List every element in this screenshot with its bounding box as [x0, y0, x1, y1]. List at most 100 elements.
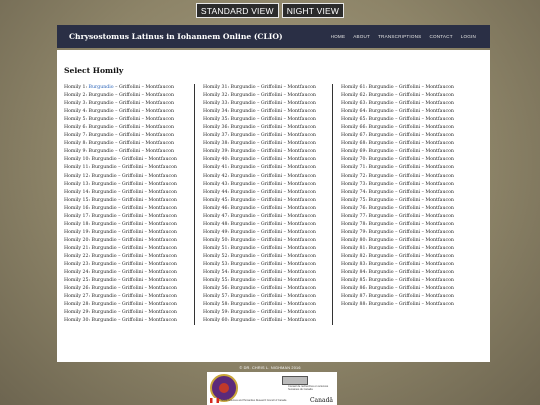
burgundio-link[interactable]: Burgundio — [231, 222, 256, 227]
burgundio-link[interactable]: Burgundio — [369, 101, 394, 106]
burgundio-link[interactable]: Burgundio — [231, 262, 256, 267]
nav-transcriptions[interactable]: TRANSCRIPTIONS — [378, 34, 421, 39]
griffolini-montfaucon-link[interactable]: – Griffolini – Montfaucon — [256, 182, 316, 187]
burgundio-link[interactable]: Burgundio — [369, 262, 394, 267]
burgundio-link[interactable]: Burgundio — [89, 133, 114, 138]
burgundio-link[interactable]: Burgundio — [231, 93, 256, 98]
griffolini-montfaucon-link[interactable]: – Griffolini – Montfaucon — [114, 85, 174, 90]
griffolini-montfaucon-link[interactable]: – Griffolini – Montfaucon — [256, 254, 316, 259]
griffolini-montfaucon-link[interactable]: – Griffolini – Montfaucon — [394, 93, 454, 98]
burgundio-link[interactable]: Burgundio — [231, 182, 256, 187]
burgundio-link[interactable]: Burgundio — [231, 165, 256, 170]
griffolini-montfaucon-link[interactable]: – Griffolini – Montfaucon — [114, 101, 174, 106]
griffolini-montfaucon-link[interactable]: – Griffolini – Montfaucon — [256, 318, 316, 323]
griffolini-montfaucon-link[interactable]: – Griffolini – Montfaucon — [394, 206, 454, 211]
burgundio-link[interactable]: Burgundio — [92, 238, 117, 243]
griffolini-montfaucon-link[interactable]: – Griffolini – Montfaucon — [117, 165, 177, 170]
burgundio-link[interactable]: Burgundio — [231, 318, 256, 323]
griffolini-montfaucon-link[interactable]: – Griffolini – Montfaucon — [394, 141, 454, 146]
griffolini-montfaucon-link[interactable]: – Griffolini – Montfaucon — [394, 117, 454, 122]
burgundio-link[interactable]: Burgundio — [369, 254, 394, 259]
burgundio-link[interactable]: Burgundio — [92, 182, 117, 187]
burgundio-link[interactable]: Burgundio — [92, 310, 117, 315]
burgundio-link[interactable]: Burgundio — [92, 262, 117, 267]
griffolini-montfaucon-link[interactable]: – Griffolini – Montfaucon — [394, 262, 454, 267]
burgundio-link[interactable]: Burgundio — [92, 165, 117, 170]
griffolini-montfaucon-link[interactable]: – Griffolini – Montfaucon — [117, 174, 177, 179]
nav-contact[interactable]: CONTACT — [429, 34, 452, 39]
burgundio-link[interactable]: Burgundio — [369, 278, 394, 283]
burgundio-link[interactable]: Burgundio — [369, 198, 394, 203]
griffolini-montfaucon-link[interactable]: – Griffolini – Montfaucon — [114, 109, 174, 114]
burgundio-link[interactable]: Burgundio — [231, 246, 256, 251]
burgundio-link[interactable]: Burgundio — [231, 206, 256, 211]
burgundio-link[interactable]: Burgundio — [231, 109, 256, 114]
griffolini-montfaucon-link[interactable]: – Griffolini – Montfaucon — [117, 270, 177, 275]
burgundio-link[interactable]: Burgundio — [231, 238, 256, 243]
standard-view-button[interactable]: STANDARD VIEW — [195, 3, 279, 18]
griffolini-montfaucon-link[interactable]: – Griffolini – Montfaucon — [117, 190, 177, 195]
griffolini-montfaucon-link[interactable]: – Griffolini – Montfaucon — [256, 238, 316, 243]
burgundio-link[interactable]: Burgundio — [369, 286, 394, 291]
burgundio-link[interactable]: Burgundio — [369, 222, 394, 227]
burgundio-link[interactable]: Burgundio — [369, 302, 394, 307]
burgundio-link[interactable]: Burgundio — [369, 230, 394, 235]
griffolini-montfaucon-link[interactable]: – Griffolini – Montfaucon — [114, 93, 174, 98]
griffolini-montfaucon-link[interactable]: – Griffolini – Montfaucon — [256, 230, 316, 235]
griffolini-montfaucon-link[interactable]: – Griffolini – Montfaucon — [394, 246, 454, 251]
griffolini-montfaucon-link[interactable]: – Griffolini – Montfaucon — [117, 157, 177, 162]
griffolini-montfaucon-link[interactable]: – Griffolini – Montfaucon — [256, 141, 316, 146]
griffolini-montfaucon-link[interactable]: – Griffolini – Montfaucon — [117, 206, 177, 211]
burgundio-link[interactable]: Burgundio — [231, 214, 256, 219]
griffolini-montfaucon-link[interactable]: – Griffolini – Montfaucon — [256, 165, 316, 170]
burgundio-link[interactable]: Burgundio — [89, 117, 114, 122]
burgundio-link[interactable]: Burgundio — [231, 149, 256, 154]
griffolini-montfaucon-link[interactable]: – Griffolini – Montfaucon — [256, 125, 316, 130]
burgundio-link[interactable]: Burgundio — [92, 214, 117, 219]
burgundio-link[interactable]: Burgundio — [231, 286, 256, 291]
griffolini-montfaucon-link[interactable]: – Griffolini – Montfaucon — [117, 318, 177, 323]
griffolini-montfaucon-link[interactable]: – Griffolini – Montfaucon — [117, 262, 177, 267]
griffolini-montfaucon-link[interactable]: – Griffolini – Montfaucon — [256, 93, 316, 98]
burgundio-link[interactable]: Burgundio — [369, 117, 394, 122]
burgundio-link[interactable]: Burgundio — [89, 101, 114, 106]
burgundio-link[interactable]: Burgundio — [92, 157, 117, 162]
burgundio-link[interactable]: Burgundio — [92, 230, 117, 235]
griffolini-montfaucon-link[interactable]: – Griffolini – Montfaucon — [394, 125, 454, 130]
griffolini-montfaucon-link[interactable]: – Griffolini – Montfaucon — [394, 214, 454, 219]
burgundio-link[interactable]: Burgundio — [89, 109, 114, 114]
burgundio-link[interactable]: Burgundio — [231, 117, 256, 122]
burgundio-link[interactable]: Burgundio — [231, 174, 256, 179]
burgundio-link[interactable]: Burgundio — [231, 278, 256, 283]
griffolini-montfaucon-link[interactable]: – Griffolini – Montfaucon — [394, 85, 454, 90]
griffolini-montfaucon-link[interactable]: – Griffolini – Montfaucon — [394, 157, 454, 162]
burgundio-link[interactable]: Burgundio — [231, 85, 256, 90]
griffolini-montfaucon-link[interactable]: – Griffolini – Montfaucon — [256, 294, 316, 299]
burgundio-link[interactable]: Burgundio — [92, 270, 117, 275]
griffolini-montfaucon-link[interactable]: – Griffolini – Montfaucon — [117, 222, 177, 227]
burgundio-link[interactable]: Burgundio — [92, 206, 117, 211]
griffolini-montfaucon-link[interactable]: – Griffolini – Montfaucon — [394, 133, 454, 138]
burgundio-link[interactable]: Burgundio — [369, 133, 394, 138]
burgundio-link[interactable]: Burgundio — [369, 294, 394, 299]
burgundio-link[interactable]: Burgundio — [369, 157, 394, 162]
griffolini-montfaucon-link[interactable]: – Griffolini – Montfaucon — [117, 310, 177, 315]
griffolini-montfaucon-link[interactable]: – Griffolini – Montfaucon — [256, 101, 316, 106]
nav-home[interactable]: HOME — [331, 34, 346, 39]
burgundio-link[interactable]: Burgundio — [92, 278, 117, 283]
griffolini-montfaucon-link[interactable]: – Griffolini – Montfaucon — [117, 278, 177, 283]
burgundio-link[interactable]: Burgundio — [231, 101, 256, 106]
burgundio-link[interactable]: Burgundio — [231, 302, 256, 307]
griffolini-montfaucon-link[interactable]: – Griffolini – Montfaucon — [256, 117, 316, 122]
griffolini-montfaucon-link[interactable]: – Griffolini – Montfaucon — [394, 149, 454, 154]
burgundio-link[interactable]: Burgundio — [92, 294, 117, 299]
burgundio-link[interactable]: Burgundio — [369, 85, 394, 90]
griffolini-montfaucon-link[interactable]: – Griffolini – Montfaucon — [394, 278, 454, 283]
burgundio-link[interactable]: Burgundio — [92, 286, 117, 291]
griffolini-montfaucon-link[interactable]: – Griffolini – Montfaucon — [256, 198, 316, 203]
burgundio-link[interactable]: Burgundio — [231, 198, 256, 203]
griffolini-montfaucon-link[interactable]: – Griffolini – Montfaucon — [394, 101, 454, 106]
burgundio-link[interactable]: Burgundio — [369, 206, 394, 211]
griffolini-montfaucon-link[interactable]: – Griffolini – Montfaucon — [256, 190, 316, 195]
griffolini-montfaucon-link[interactable]: – Griffolini – Montfaucon — [117, 238, 177, 243]
